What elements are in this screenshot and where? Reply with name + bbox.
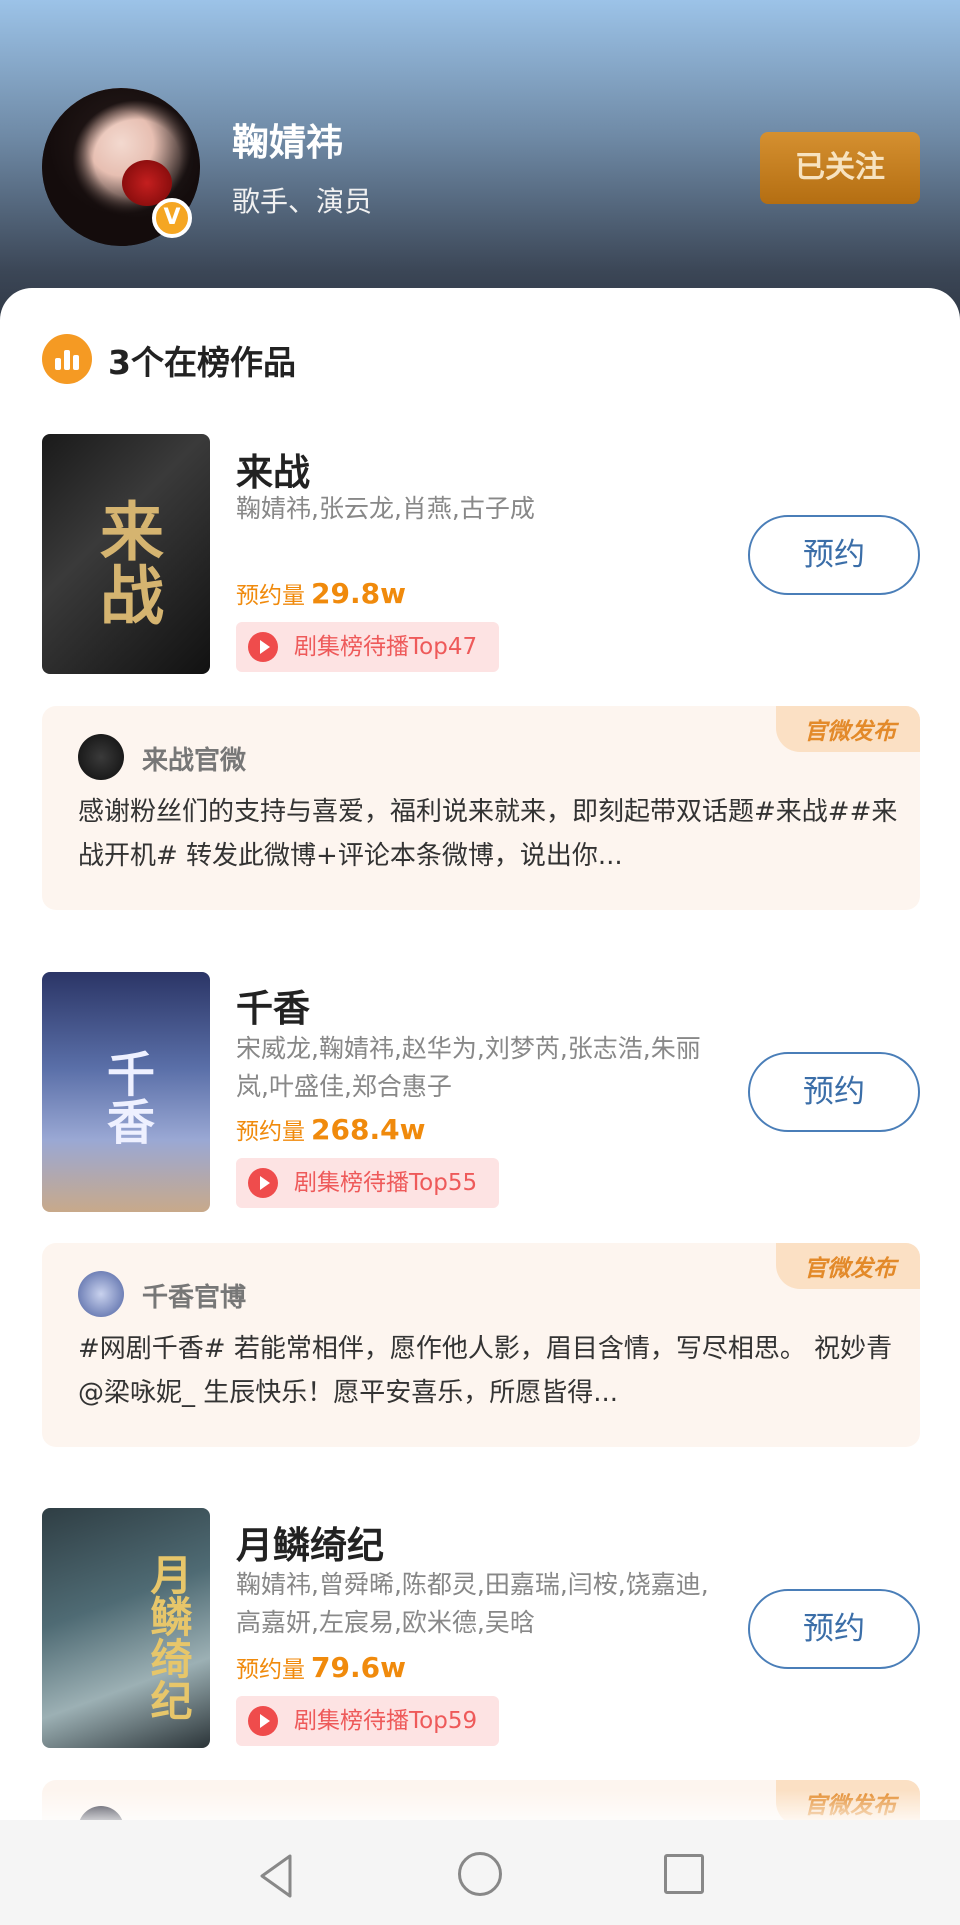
account-avatar (78, 734, 124, 780)
official-post-badge: 官微发布 (776, 706, 920, 752)
poster-title: 千香 (98, 1049, 154, 1145)
work-cast: 鞠婧祎,曾舜晞,陈都灵,田嘉瑞,闫桉,饶嘉迪,高嘉妍,左宸易,欧米德,吴晗 (236, 1570, 709, 1637)
recent-apps-icon[interactable] (664, 1854, 704, 1894)
reserve-button[interactable]: 预约 (748, 515, 920, 595)
work-poster[interactable]: 千香 (42, 972, 210, 1212)
work-title[interactable]: 月鳞绮纪 (236, 1515, 384, 1569)
rank-tag[interactable]: 剧集榜待播Top59 (236, 1696, 500, 1746)
verified-badge-icon: V (152, 198, 192, 238)
work-poster[interactable]: 来战 (42, 434, 210, 674)
post-text: #网剧千香# 若能常相伴，愿作他人影，眉目含情，写尽相思。 祝妙青@梁咏妮_ 生… (78, 1334, 893, 1408)
rank-tag-label: 剧集榜待播Top55 (294, 1170, 478, 1196)
reserve-count: 预约量 79.6w (236, 1650, 406, 1684)
official-post[interactable]: 官微发布 来战官微 感谢粉丝们的支持与喜爱，福利说来就来，即刻起带双话题#来战#… (42, 706, 920, 910)
reserve-count: 预约量 29.8w (236, 576, 406, 610)
work-poster[interactable]: 月鳞绮纪 (42, 1508, 210, 1748)
reserve-button[interactable]: 预约 (748, 1052, 920, 1132)
poster-title: 来战 (89, 498, 164, 626)
post-text: 感谢粉丝们的支持与喜爱，福利说来就来，即刻起带双话题#来战##来战开机# 转发此… (78, 797, 898, 871)
official-post[interactable]: 官微发布 千香官博 #网剧千香# 若能常相伴，愿作他人影，眉目含情，写尽相思。 … (42, 1243, 920, 1447)
play-icon (248, 632, 278, 662)
section-title: 3个在榜作品 (108, 343, 296, 382)
rank-tag[interactable]: 剧集榜待播Top47 (236, 622, 500, 672)
account-name: 千香官博 (142, 1283, 247, 1313)
work-title[interactable]: 来战 (236, 442, 310, 496)
reserve-count: 预约量 268.4w (236, 1112, 425, 1146)
home-icon[interactable] (458, 1852, 502, 1896)
work-cast: 宋威龙,鞠婧祎,赵华为,刘梦芮,张志浩,朱丽岚,叶盛佳,郑合惠子 (236, 1034, 701, 1101)
reserve-button[interactable]: 预约 (748, 1589, 920, 1669)
rank-tag-label: 剧集榜待播Top59 (294, 1708, 478, 1734)
reserve-count-label: 预约量 (236, 1119, 305, 1145)
work-cast: 鞠婧祎,张云龙,肖燕,古子成 (236, 494, 535, 523)
official-post-badge: 官微发布 (776, 1243, 920, 1289)
play-icon (248, 1706, 278, 1736)
account-avatar (78, 1271, 124, 1317)
reserve-count-value: 79.6w (311, 1651, 406, 1684)
follow-button[interactable]: 已关注 (760, 132, 920, 204)
rank-tag[interactable]: 剧集榜待播Top55 (236, 1158, 500, 1208)
back-icon[interactable] (256, 1852, 296, 1900)
poster-title: 月鳞绮纪 (144, 1553, 193, 1721)
artist-name: 鞠婧祎 (232, 121, 343, 164)
chart-icon (42, 334, 92, 384)
work-title[interactable]: 千香 (236, 978, 310, 1032)
system-nav-bar (0, 1820, 960, 1925)
play-icon (248, 1168, 278, 1198)
reserve-count-value: 29.8w (311, 577, 406, 610)
reserve-count-value: 268.4w (311, 1113, 426, 1146)
artist-role: 歌手、演员 (232, 185, 373, 218)
rank-tag-label: 剧集榜待播Top47 (294, 634, 478, 660)
account-name: 来战官微 (142, 746, 247, 776)
reserve-count-label: 预约量 (236, 1657, 305, 1683)
reserve-count-label: 预约量 (236, 583, 305, 609)
